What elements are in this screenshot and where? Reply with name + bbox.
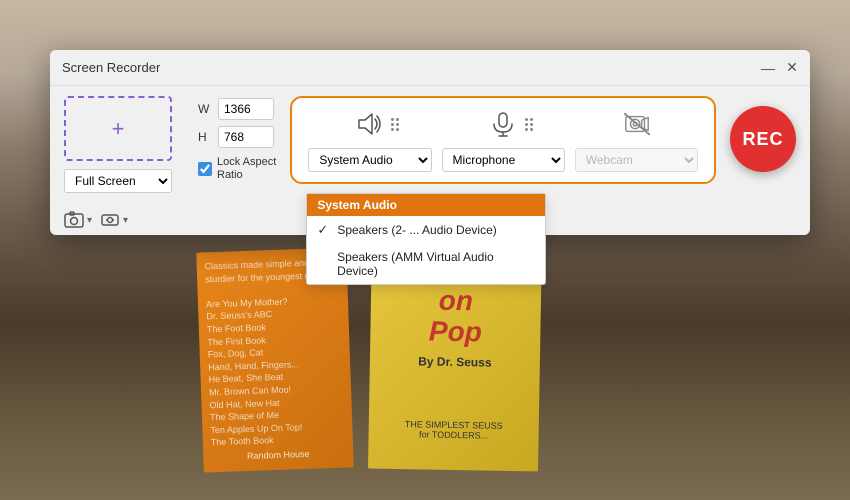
window-controls: — ✕ bbox=[760, 60, 800, 76]
capture-area-section: + Full Screen Window Custom bbox=[64, 96, 184, 193]
system-audio-select[interactable]: System Audio bbox=[308, 148, 431, 172]
lock-aspect-checkbox[interactable] bbox=[198, 162, 212, 176]
speaker-dots-icon bbox=[391, 118, 399, 131]
screen-recorder-window: Screen Recorder — ✕ + Full Screen Window… bbox=[50, 50, 810, 235]
audio-icons-row bbox=[308, 108, 698, 140]
height-row: H bbox=[198, 126, 276, 148]
speaker-icon-group bbox=[351, 108, 399, 140]
window-title: Screen Recorder bbox=[62, 60, 160, 75]
screenshot-button[interactable]: ▾ bbox=[64, 211, 92, 229]
dimensions-section: W H Lock AspectRatio bbox=[198, 96, 276, 182]
height-input[interactable] bbox=[218, 126, 274, 148]
audio-dropdowns-row: System Audio Microphone Webcam bbox=[308, 148, 698, 172]
microphone-icon bbox=[485, 108, 521, 140]
audio-panel: System Audio Microphone Webcam System Au… bbox=[290, 96, 716, 184]
screenshot-chevron: ▾ bbox=[87, 215, 92, 226]
microphone-dots-icon bbox=[525, 118, 533, 131]
webcam-off-icon bbox=[619, 108, 655, 140]
width-input[interactable] bbox=[218, 98, 274, 120]
titlebar: Screen Recorder — ✕ bbox=[50, 50, 810, 86]
screenshot-icon bbox=[64, 211, 84, 229]
rec-button[interactable]: REC bbox=[730, 106, 796, 172]
settings-chevron: ▾ bbox=[123, 215, 128, 226]
dropdown-item-1[interactable]: ✓ Speakers (2- ... Audio Device) bbox=[307, 216, 545, 244]
capture-area-box[interactable]: + bbox=[64, 96, 172, 161]
dropdown-item-2[interactable]: Speakers (AMM Virtual Audio Device) bbox=[307, 244, 545, 284]
dropdown-header: System Audio bbox=[307, 194, 545, 216]
microphone-select[interactable]: Microphone bbox=[442, 148, 565, 172]
system-audio-dropdown: System Audio ✓ Speakers (2- ... Audio De… bbox=[306, 193, 546, 285]
settings-icon bbox=[100, 211, 120, 229]
height-label: H bbox=[198, 130, 212, 144]
settings-button[interactable]: ▾ bbox=[100, 211, 128, 229]
lock-aspect-label: Lock AspectRatio bbox=[217, 156, 276, 182]
webcam-select[interactable]: Webcam bbox=[575, 148, 698, 172]
capture-mode-select[interactable]: Full Screen Window Custom bbox=[64, 169, 172, 193]
close-button[interactable]: ✕ bbox=[784, 60, 800, 76]
add-capture-icon: + bbox=[112, 116, 125, 142]
speaker-icon bbox=[351, 108, 387, 140]
lock-ratio-row: Lock AspectRatio bbox=[198, 156, 276, 182]
checkmark-icon-1: ✓ bbox=[317, 222, 331, 238]
width-label: W bbox=[198, 102, 212, 116]
dropdown-item-label-1: Speakers (2- ... Audio Device) bbox=[337, 223, 496, 237]
webcam-icon-group bbox=[619, 108, 655, 140]
width-row: W bbox=[198, 98, 276, 120]
window-body: + Full Screen Window Custom W H Lock Asp… bbox=[50, 86, 810, 203]
minimize-button[interactable]: — bbox=[760, 60, 776, 76]
dropdown-item-label-2: Speakers (AMM Virtual Audio Device) bbox=[337, 250, 535, 278]
microphone-icon-group bbox=[485, 108, 533, 140]
